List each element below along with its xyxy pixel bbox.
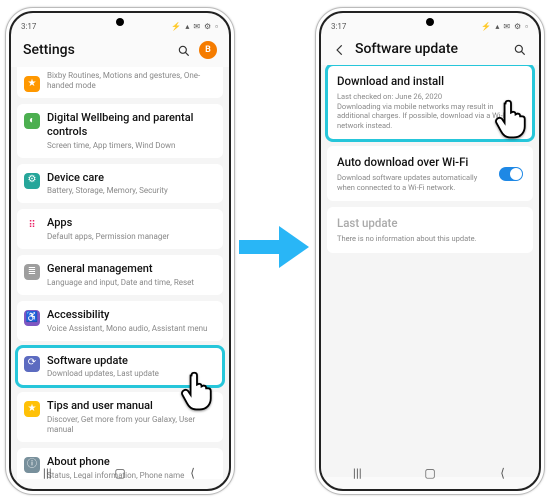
last-update-item: Last update There is no information abou… [327, 207, 533, 253]
auto-download-toggle[interactable] [499, 167, 523, 181]
search-icon[interactable] [513, 42, 527, 56]
status-icons: ⚡ ▴ ✉ ⚙ ▫ [481, 22, 529, 31]
item-subtitle: Default apps, Permission manager [47, 232, 215, 242]
download-install-item[interactable]: Download and install Last checked on: Ju… [327, 65, 533, 140]
item-title: Digital Wellbeing and parental controls [47, 111, 215, 139]
item-title: Last update [337, 216, 523, 231]
software-update-phone: 3:17 ⚡ ▴ ✉ ⚙ ▫ Software update Download … [315, 7, 545, 495]
apps-icon: ⠿ [24, 218, 40, 234]
nav-bar: ||| ▢ ⟨ [321, 461, 539, 485]
status-icons: ⚡ ▴ ✉ ⚙ ▫ [171, 22, 219, 31]
home-button[interactable]: ▢ [423, 466, 437, 480]
star-icon: ★ [24, 76, 40, 92]
settings-item-apps[interactable]: ⠿ Apps Default apps, Permission manager [17, 209, 223, 249]
general-icon: ≣ [24, 264, 40, 280]
home-button[interactable]: ▢ [113, 466, 127, 480]
tips-icon: ★ [24, 401, 40, 417]
update-icon: ⟳ [24, 356, 40, 372]
item-subtitle: Language and input, Date and time, Reset [47, 278, 215, 288]
back-button[interactable]: ⟨ [496, 466, 510, 480]
device-care-icon: ⚙ [24, 173, 40, 189]
nav-bar: ||| ▢ ⟨ [11, 461, 229, 485]
page-title: Software update [355, 41, 505, 57]
item-title: Accessibility [47, 308, 215, 322]
update-header: Software update [321, 35, 539, 65]
back-icon[interactable] [333, 42, 347, 56]
item-subtitle: Bixby Routines, Motions and gestures, On… [47, 71, 215, 91]
item-subtitle: Battery, Storage, Memory, Security [47, 186, 215, 196]
settings-item-device-care[interactable]: ⚙ Device care Battery, Storage, Memory, … [17, 164, 223, 204]
settings-item-advanced[interactable]: ★ Bixby Routines, Motions and gestures, … [17, 67, 223, 98]
status-time: 3:17 [21, 22, 36, 31]
auto-download-item[interactable]: Auto download over Wi-Fi Download softwa… [327, 146, 533, 201]
back-button[interactable]: ⟨ [186, 466, 200, 480]
settings-item-general[interactable]: ≣ General management Language and input,… [17, 255, 223, 295]
recents-button[interactable]: ||| [40, 466, 54, 480]
item-subtitle: Screen time, App timers, Wind Down [47, 141, 215, 151]
item-title: Device care [47, 171, 215, 185]
recents-button[interactable]: ||| [350, 466, 364, 480]
settings-item-software-update[interactable]: ⟳ Software update Download updates, Last… [17, 347, 223, 387]
settings-list[interactable]: ★ Bixby Routines, Motions and gestures, … [11, 67, 229, 479]
flow-arrow-icon [239, 224, 309, 270]
page-title: Settings [23, 42, 169, 58]
item-title: Apps [47, 216, 215, 230]
camera-notch [426, 18, 434, 26]
item-subtitle: Last checked on: June 26, 2020 Downloadi… [337, 92, 523, 131]
item-subtitle: Download software updates automatically … [337, 173, 523, 193]
settings-phone: 3:17 ⚡ ▴ ✉ ⚙ ▫ Settings B ★ Bixby Routin… [5, 7, 235, 495]
search-icon[interactable] [177, 43, 191, 57]
accessibility-icon: ♿ [24, 310, 40, 326]
settings-item-accessibility[interactable]: ♿ Accessibility Voice Assistant, Mono au… [17, 301, 223, 341]
profile-avatar[interactable]: B [199, 41, 217, 59]
wellbeing-icon: ◐ [24, 113, 40, 129]
update-list: Download and install Last checked on: Ju… [321, 65, 539, 477]
settings-item-tips[interactable]: ★ Tips and user manual Discover, Get mor… [17, 392, 223, 442]
item-title: Tips and user manual [47, 399, 215, 413]
item-subtitle: Voice Assistant, Mono audio, Assistant m… [47, 324, 215, 334]
settings-header: Settings B [11, 35, 229, 67]
status-time: 3:17 [331, 22, 346, 31]
item-title: General management [47, 262, 215, 276]
camera-notch [116, 18, 124, 26]
item-subtitle: Discover, Get more from your Galaxy, Use… [47, 415, 215, 435]
item-subtitle: There is no information about this updat… [337, 234, 523, 244]
settings-item-wellbeing[interactable]: ◐ Digital Wellbeing and parental control… [17, 104, 223, 158]
item-title: Software update [47, 354, 215, 368]
item-title: Auto download over Wi-Fi [337, 155, 523, 170]
item-title: Download and install [337, 74, 523, 89]
item-subtitle: Download updates, Last update [47, 369, 215, 379]
